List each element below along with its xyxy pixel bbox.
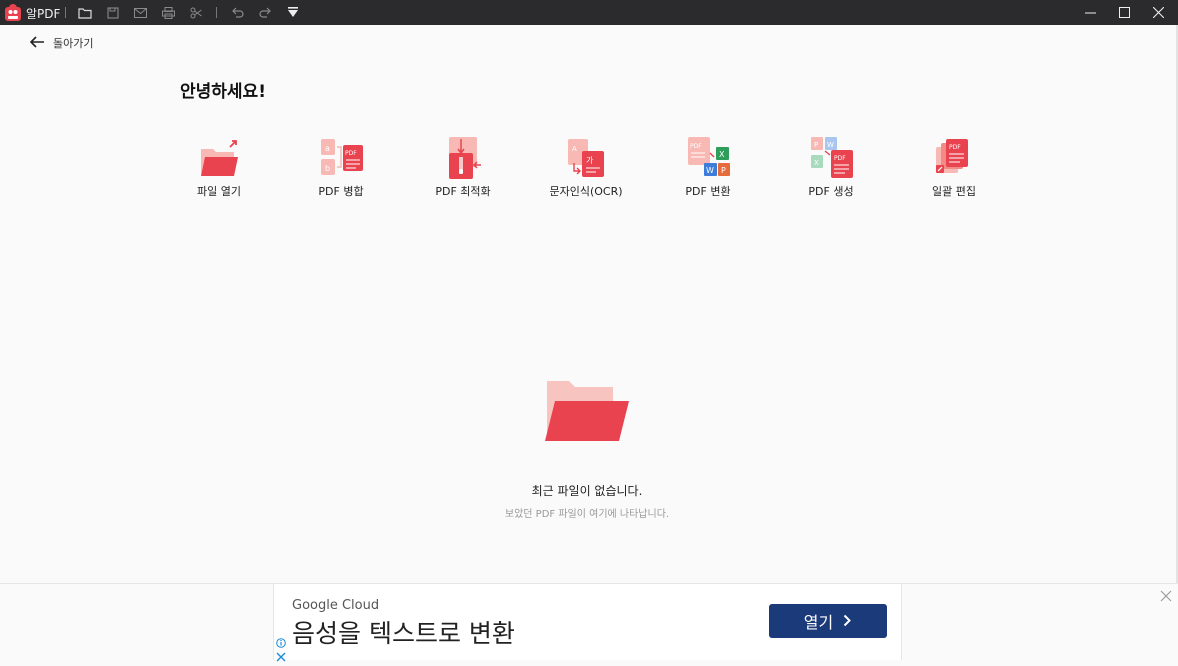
merge-pdf-icon: a b PDF xyxy=(321,137,363,181)
title-bar: 알PDF xyxy=(0,0,1178,25)
tool-open-file[interactable]: 파일 열기 xyxy=(159,137,279,207)
svg-text:A: A xyxy=(572,145,577,153)
svg-text:X: X xyxy=(719,150,725,159)
svg-text:PDF: PDF xyxy=(949,144,961,151)
ad-info-icon[interactable] xyxy=(276,633,286,648)
convert-pdf-icon: PDF X W P xyxy=(688,137,730,181)
ad-brand: Google Cloud xyxy=(292,598,380,613)
tool-grid: 파일 열기 a b PDF PDF 병합 PDF 최적화 A 가 문자인식(OC… xyxy=(0,137,1178,217)
app-logo-icon xyxy=(4,3,22,22)
back-button[interactable]: 돌아가기 xyxy=(29,33,94,52)
tool-label: 문자인식(OCR) xyxy=(549,185,623,198)
scissors-icon[interactable] xyxy=(187,4,205,21)
tool-ocr[interactable]: A 가 문자인식(OCR) xyxy=(526,137,646,207)
svg-text:가: 가 xyxy=(586,156,594,165)
empty-folder-icon xyxy=(545,379,629,443)
folder-icon[interactable] xyxy=(76,4,94,21)
tool-convert-pdf[interactable]: PDF X W P PDF 변환 xyxy=(648,137,768,207)
empty-state-title: 최근 파일이 없습니다. xyxy=(531,484,643,498)
svg-text:W: W xyxy=(827,141,834,149)
tool-merge-pdf[interactable]: a b PDF PDF 병합 xyxy=(281,137,401,207)
svg-text:P: P xyxy=(814,141,818,149)
svg-text:b: b xyxy=(325,164,330,173)
tool-create-pdf[interactable]: P W X PDF PDF 생성 xyxy=(771,137,891,207)
tool-label: PDF 생성 xyxy=(808,185,854,198)
svg-text:PDF: PDF xyxy=(690,143,702,150)
svg-text:a: a xyxy=(325,144,330,153)
undo-icon[interactable] xyxy=(228,4,246,21)
batch-edit-icon: PDF xyxy=(934,137,976,181)
print-icon[interactable] xyxy=(159,4,177,21)
toolbar-divider xyxy=(65,7,66,18)
dropdown-menu-icon[interactable] xyxy=(284,4,302,21)
redo-icon[interactable] xyxy=(256,4,274,21)
tool-compress-pdf[interactable]: PDF 최적화 xyxy=(403,137,523,207)
ad-card[interactable]: Google Cloud 음성을 텍스트로 변환 열기 xyxy=(273,584,902,662)
ocr-icon: A 가 xyxy=(566,137,608,181)
ad-dismiss-icon[interactable] xyxy=(276,647,286,662)
ad-button-label: 열기 xyxy=(803,613,834,632)
minimize-icon[interactable] xyxy=(1073,0,1107,25)
tool-label: 일괄 편집 xyxy=(932,185,976,198)
open-file-icon xyxy=(199,137,241,181)
svg-text:PDF: PDF xyxy=(345,150,357,157)
app-name: 알PDF xyxy=(26,7,61,21)
close-icon[interactable] xyxy=(1141,0,1175,25)
ad-banner: Google Cloud 음성을 텍스트로 변환 열기 xyxy=(0,583,1178,662)
tool-label: PDF 변환 xyxy=(685,185,731,198)
svg-text:PDF: PDF xyxy=(834,155,846,162)
svg-text:P: P xyxy=(721,166,726,175)
tool-batch-edit[interactable]: PDF 일괄 편집 xyxy=(894,137,1014,207)
empty-state-subtitle: 보았던 PDF 파일이 여기에 나타납니다. xyxy=(504,509,670,520)
compress-pdf-icon xyxy=(443,137,485,181)
create-pdf-icon: P W X PDF xyxy=(811,137,853,181)
maximize-icon[interactable] xyxy=(1107,0,1141,25)
ad-close-icon[interactable] xyxy=(1160,587,1172,602)
ad-open-button[interactable]: 열기 xyxy=(769,604,887,638)
mail-icon[interactable] xyxy=(131,4,149,21)
svg-text:W: W xyxy=(706,166,714,175)
toolbar-divider xyxy=(216,7,217,18)
tool-label: 파일 열기 xyxy=(197,185,241,198)
back-label: 돌아가기 xyxy=(53,36,94,50)
ad-headline: 음성을 텍스트로 변환 xyxy=(292,619,515,648)
home-panel: 돌아가기 안녕하세요! 파일 열기 a b PDF PDF 병합 PDF 최적화… xyxy=(0,25,1178,583)
page-title: 안녕하세요! xyxy=(180,82,266,102)
svg-text:X: X xyxy=(814,159,819,167)
tool-label: PDF 병합 xyxy=(318,185,364,198)
tool-label: PDF 최적화 xyxy=(435,185,491,198)
arrow-left-icon xyxy=(29,33,45,52)
save-icon[interactable] xyxy=(104,4,122,21)
chevron-right-icon xyxy=(843,612,852,631)
